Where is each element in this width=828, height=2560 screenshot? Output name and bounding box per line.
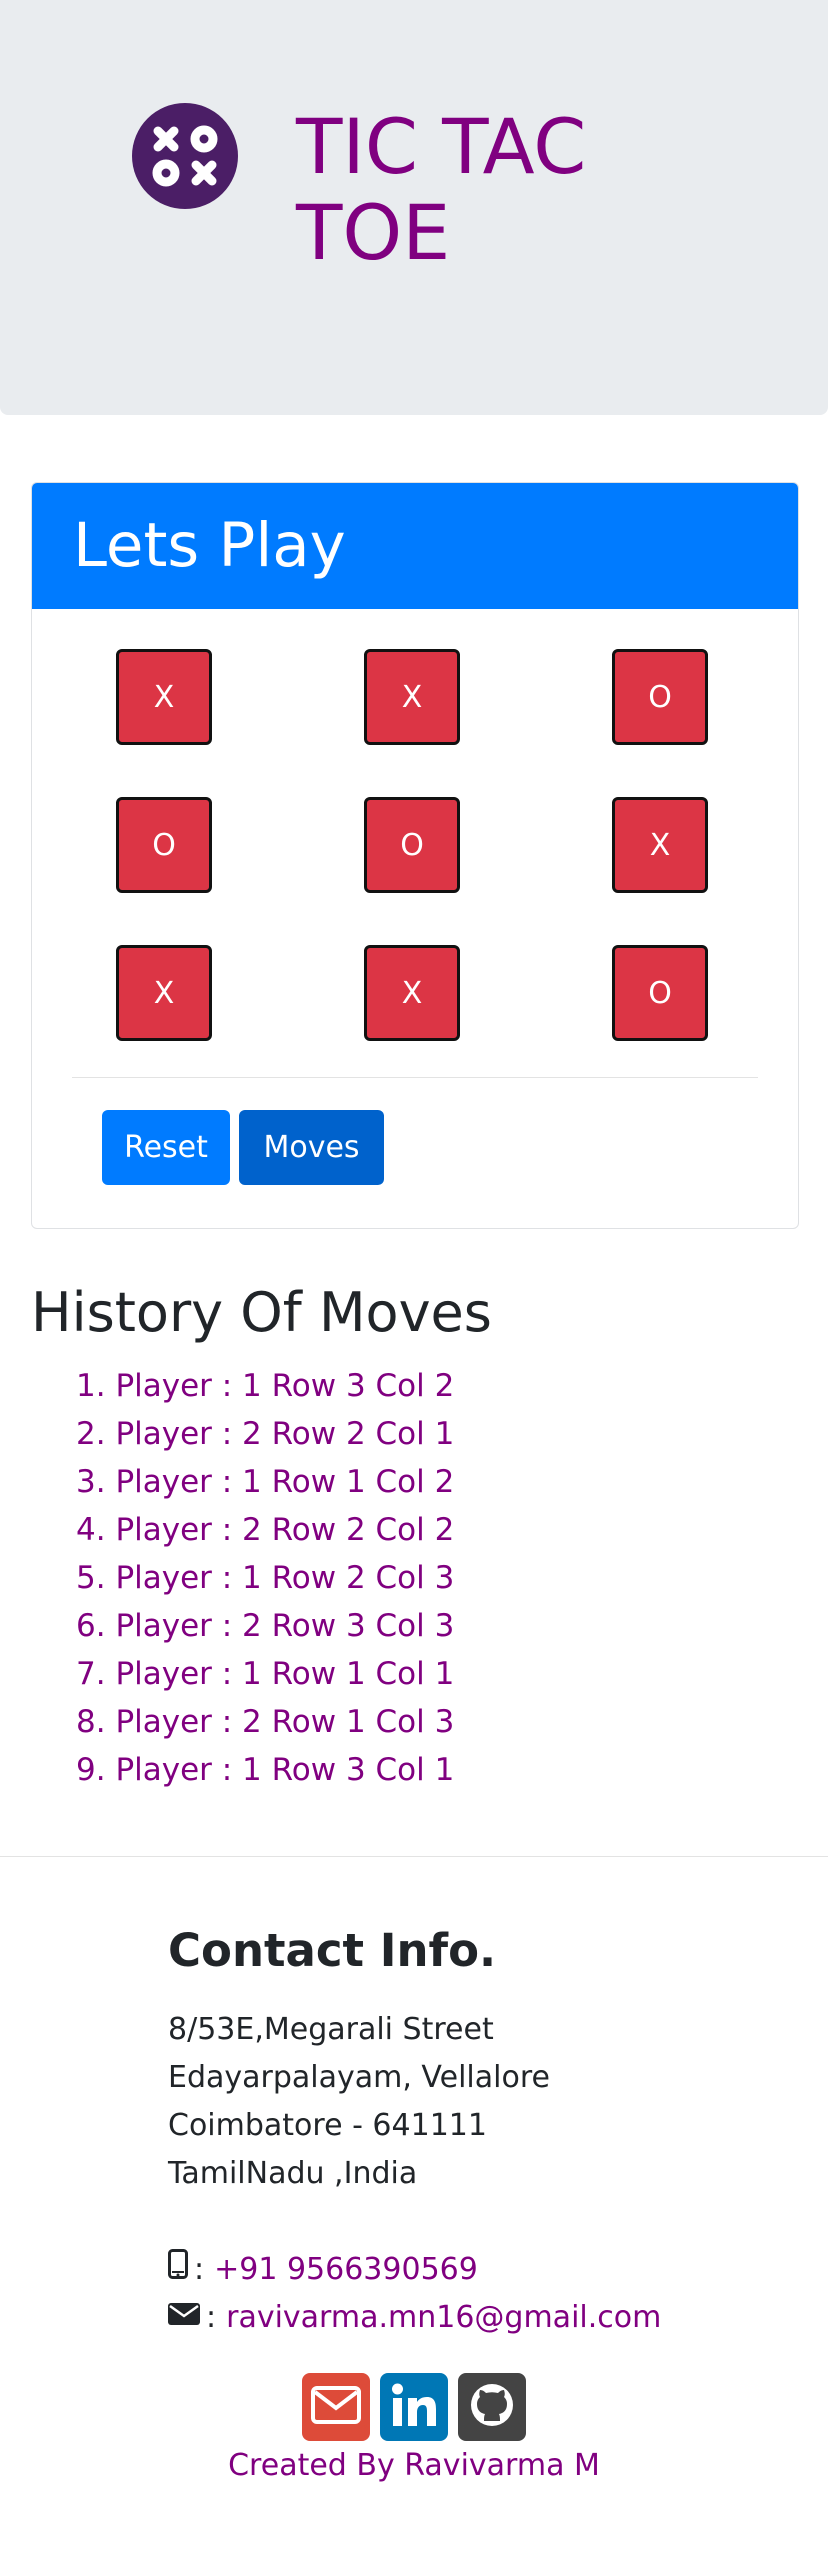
board-cell-r3c3[interactable]: O (612, 945, 708, 1041)
board-cell-r2c1[interactable]: O (116, 797, 212, 893)
email-line: : ravivarma.mn16@gmail.com (168, 2294, 661, 2342)
board-cell-r2c2[interactable]: O (364, 797, 460, 893)
history-item: 7. Player : 1 Row 1 Col 1 (76, 1656, 455, 1692)
history-item: 6. Player : 2 Row 3 Col 3 (76, 1608, 455, 1644)
history-list: 1. Player : 1 Row 3 Col 2 2. Player : 2 … (76, 1362, 454, 1794)
email-prefix: : (206, 2300, 217, 2335)
moves-button[interactable]: Moves (239, 1110, 384, 1185)
history-item: 8. Player : 2 Row 1 Col 3 (76, 1704, 455, 1740)
board-cell-r3c2[interactable]: X (364, 945, 460, 1041)
history-item: 4. Player : 2 Row 2 Col 2 (76, 1512, 455, 1548)
linkedin-button[interactable] (380, 2373, 448, 2441)
contact-title: Contact Info. (168, 1924, 497, 1977)
github-button[interactable] (458, 2373, 526, 2441)
phone-link[interactable]: +91 9566390569 (214, 2246, 478, 2294)
history-item: 5. Player : 1 Row 2 Col 3 (76, 1560, 455, 1596)
board-cell-r2c3[interactable]: X (612, 797, 708, 893)
app-title-line2: TOE (296, 188, 451, 277)
email-link[interactable]: ravivarma.mn16@gmail.com (226, 2294, 661, 2342)
game-panel-title: Lets Play (32, 483, 798, 609)
app-title-line1: TIC TAC (296, 102, 587, 191)
phone-line: : +91 9566390569 (168, 2246, 478, 2294)
board-cell-r1c2[interactable]: X (364, 649, 460, 745)
credit-text: Created By Ravivarma M (228, 2448, 600, 2483)
history-title: History Of Moves (31, 1281, 492, 1344)
phone-prefix: : (194, 2252, 205, 2287)
gmail-button[interactable] (302, 2373, 370, 2441)
board-cell-r3c1[interactable]: X (116, 945, 212, 1041)
board-cell-r1c1[interactable]: X (116, 649, 212, 745)
address-line: Coimbatore - 641111 (168, 2108, 487, 2143)
board-cell-r1c3[interactable]: O (612, 649, 708, 745)
address-line: TamilNadu ,India (168, 2156, 418, 2191)
address-line: 8/53E,Megarali Street (168, 2012, 494, 2047)
app-title: TIC TAC TOE (296, 104, 696, 276)
history-item: 2. Player : 2 Row 2 Col 1 (76, 1416, 455, 1452)
github-icon (468, 2381, 516, 2433)
envelope-icon (168, 2294, 200, 2342)
history-item: 9. Player : 1 Row 3 Col 1 (76, 1752, 455, 1788)
game-panel: Lets Play X X O O O X X X O Reset Moves (31, 482, 799, 1229)
history-item: 3. Player : 1 Row 1 Col 2 (76, 1464, 455, 1500)
panel-divider (72, 1077, 758, 1078)
xo-logo-icon (132, 103, 238, 209)
linkedin-icon (389, 2380, 439, 2434)
mail-icon (311, 2386, 361, 2428)
footer-divider (0, 1856, 828, 1857)
address-line: Edayarpalayam, Vellalore (168, 2060, 550, 2095)
history-item: 1. Player : 1 Row 3 Col 2 (76, 1368, 455, 1404)
reset-button[interactable]: Reset (102, 1110, 230, 1185)
header-jumbotron: TIC TAC TOE (0, 0, 828, 415)
mobile-phone-icon (168, 2246, 188, 2294)
